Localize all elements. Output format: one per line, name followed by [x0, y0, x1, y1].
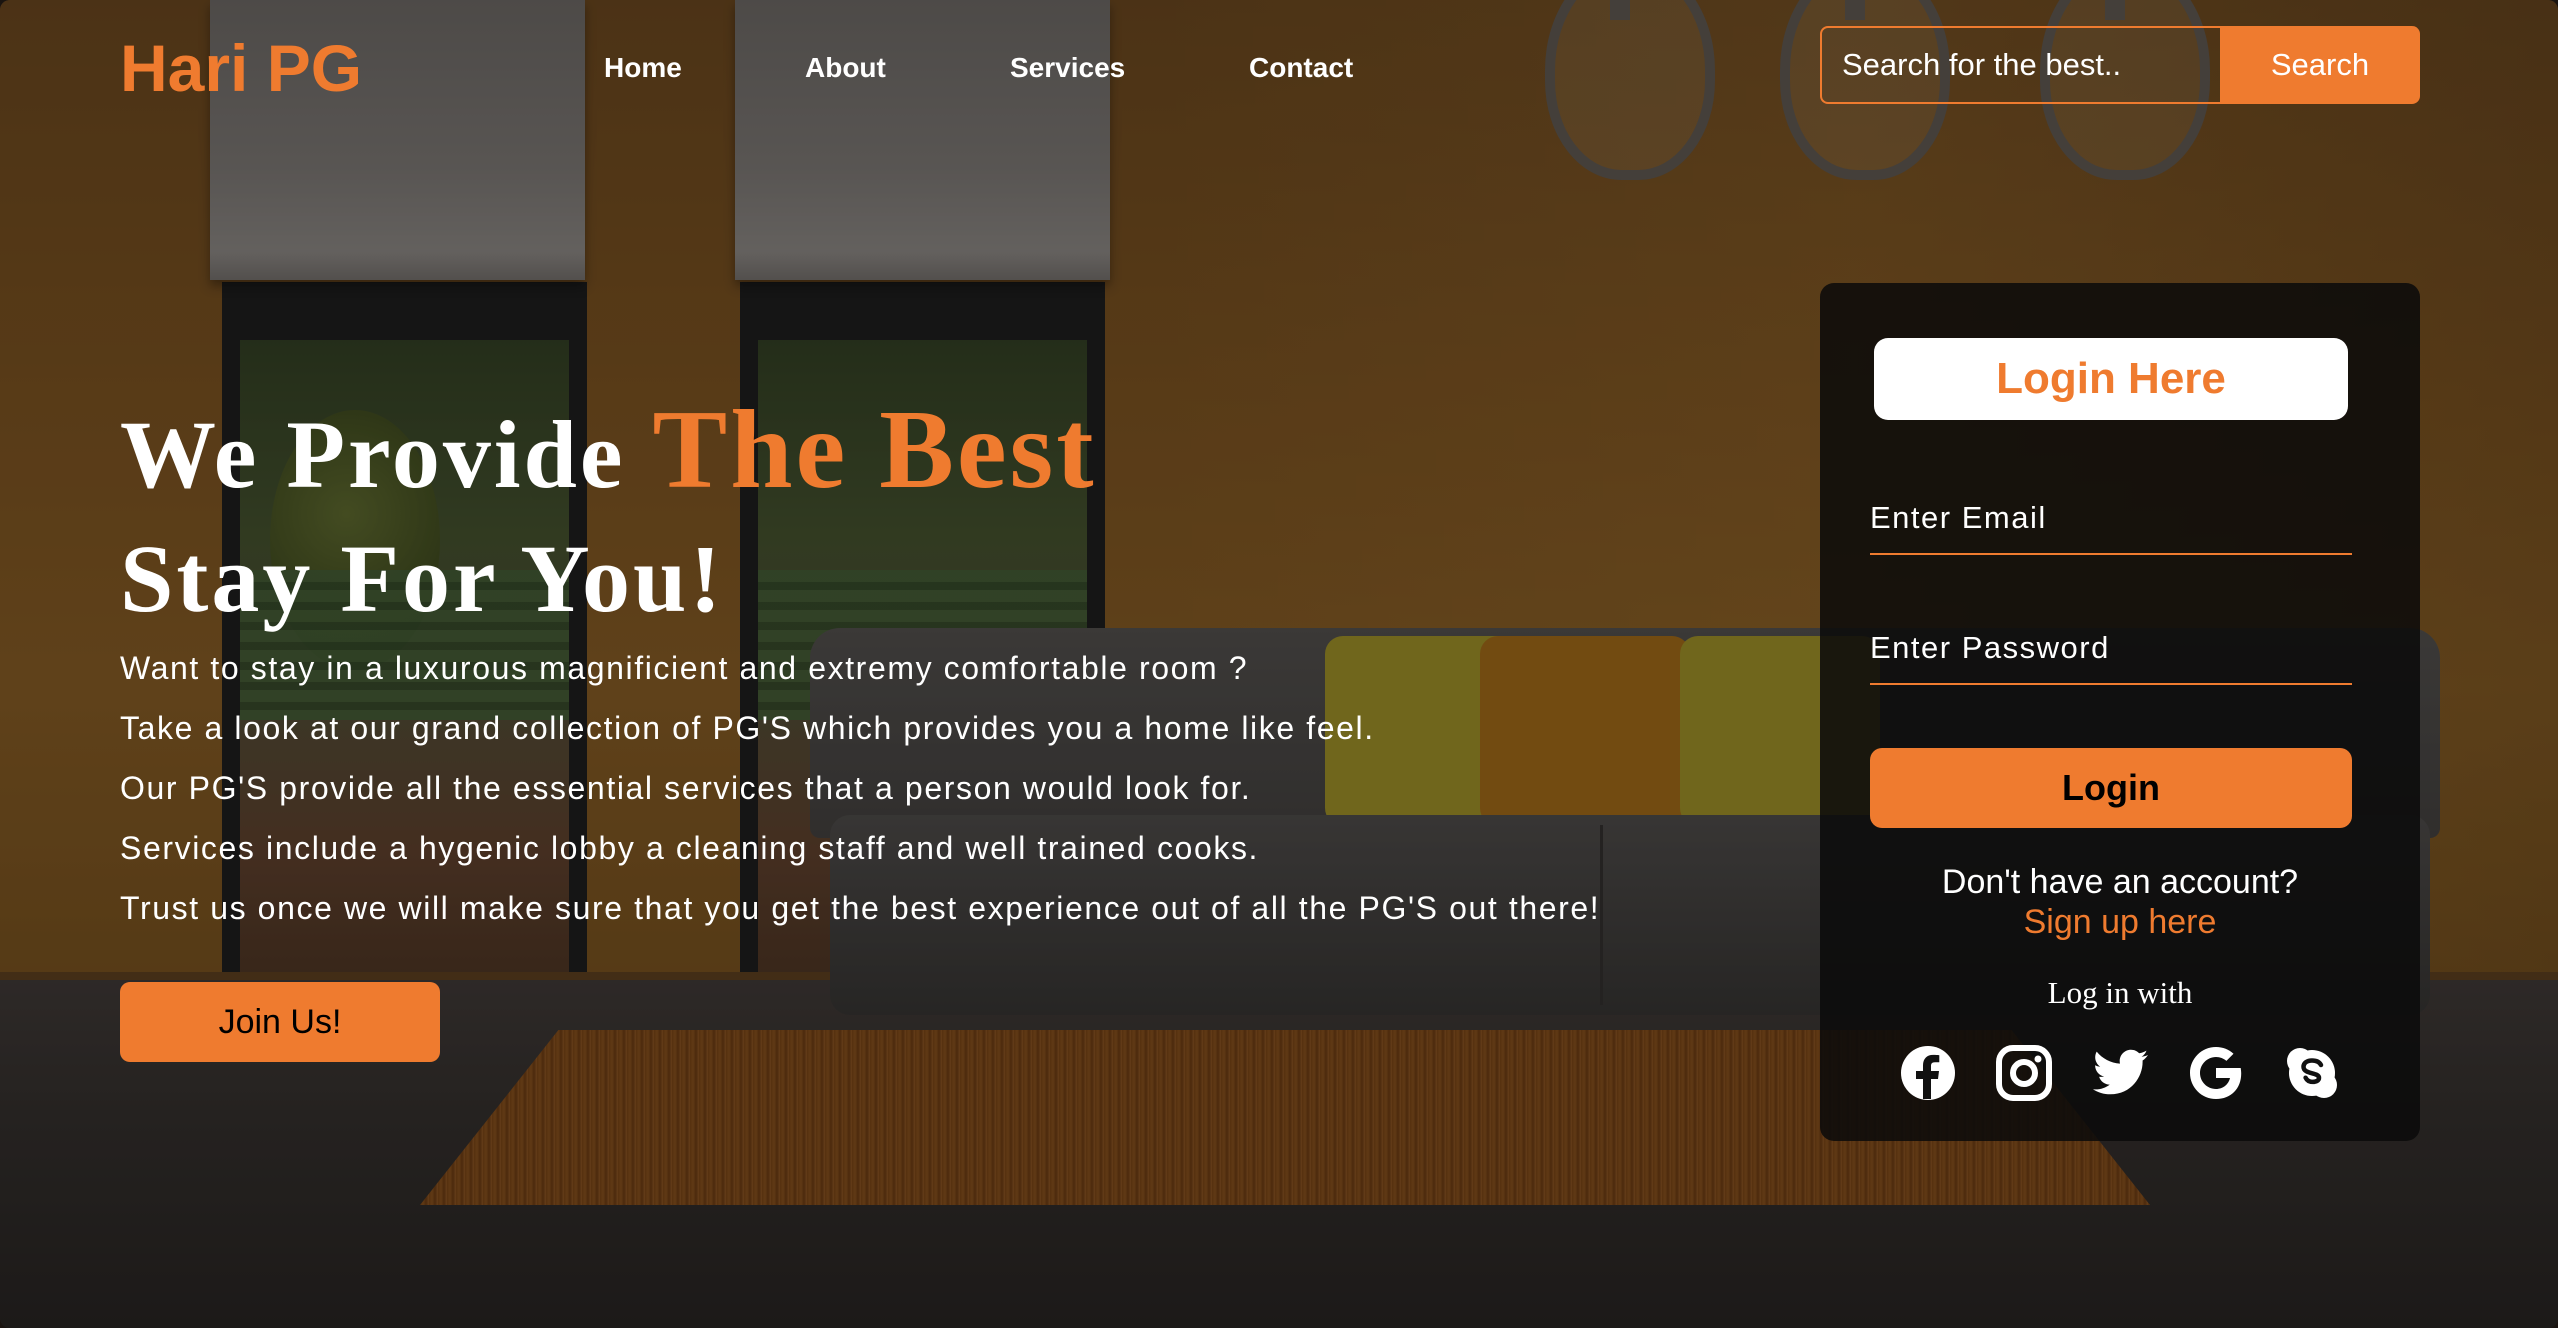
hero-line: Trust us once we will make sure that you… — [120, 890, 1601, 926]
hero-line: Our PG'S provide all the essential servi… — [120, 770, 1252, 806]
page: Hari PG Home About Services Contact Sear… — [0, 0, 2558, 1328]
nav-contact[interactable]: Contact — [1249, 52, 1353, 84]
hero-line: Services include a hygenic lobby a clean… — [120, 830, 1260, 866]
search-button[interactable]: Search — [2220, 26, 2420, 104]
login-card: Login Here Login Don't have an account? … — [1820, 283, 2420, 1141]
hero-line: Want to stay in a luxurous magnificient … — [120, 650, 1249, 686]
hero-description: Want to stay in a luxurous magnificient … — [120, 638, 1600, 938]
hero-title-accent: The Best — [652, 388, 1097, 512]
hero-title-part1: We Provide — [120, 401, 653, 508]
instagram-icon[interactable] — [1994, 1043, 2054, 1103]
hero-title: We Provide The Best Stay For You! — [120, 388, 1097, 641]
hero-line: Take a look at our grand collection of P… — [120, 710, 1375, 746]
google-icon[interactable] — [2186, 1043, 2246, 1103]
login-button[interactable]: Login — [1870, 748, 2352, 828]
email-field[interactable] — [1870, 483, 2352, 555]
password-field[interactable] — [1870, 613, 2352, 685]
nav-services[interactable]: Services — [1010, 52, 1125, 84]
hero-title-line2: Stay For You! — [120, 525, 725, 632]
login-with-text: Log in with — [2047, 975, 2193, 1010]
signup-link[interactable]: Sign up here — [1820, 903, 2420, 942]
skype-icon[interactable] — [2282, 1043, 2342, 1103]
twitter-icon[interactable] — [2090, 1043, 2150, 1103]
nav-about[interactable]: About — [805, 52, 886, 84]
brand-logo[interactable]: Hari PG — [120, 30, 362, 106]
nav-home[interactable]: Home — [604, 52, 682, 84]
facebook-icon[interactable] — [1898, 1043, 1958, 1103]
search-input[interactable] — [1820, 26, 2220, 104]
no-account-text: Don't have an account? — [1941, 863, 2299, 901]
join-us-button[interactable]: Join Us! — [120, 982, 440, 1062]
login-heading: Login Here — [1874, 338, 2348, 420]
